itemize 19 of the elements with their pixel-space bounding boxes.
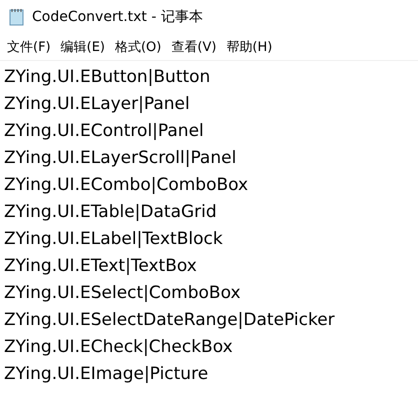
text-line: ZYing.UI.ELabel|TextBlock (4, 228, 224, 251)
window-title: CodeConvert.txt - 记事本 (32, 8, 203, 26)
text-line: ZYing.UI.ELayerScroll|Panel (4, 147, 238, 170)
text-line: ZYing.UI.EImage|Picture (4, 363, 210, 386)
text-line: ZYing.UI.ECombo|ComboBox (4, 174, 250, 197)
menu-item[interactable]: 帮助(H) (225, 38, 278, 56)
menu-item[interactable]: 格式(O) (114, 38, 168, 56)
text-line: ZYing.UI.EText|TextBox (4, 255, 198, 278)
text-line: ZYing.UI.ESelect|ComboBox (4, 282, 242, 305)
menu-item[interactable]: 查看(V) (170, 38, 222, 56)
text-line: ZYing.UI.ELayer|Panel (4, 93, 191, 116)
text-line: ZYing.UI.ECheck|CheckBox (4, 336, 234, 359)
text-line: ZYing.UI.ESelectDateRange|DatePicker (4, 309, 336, 332)
text-line: ZYing.UI.ETable|DataGrid (4, 201, 218, 224)
menu-item[interactable]: 编辑(E) (60, 38, 111, 56)
text-line: ZYing.UI.EButton|Button (4, 66, 212, 89)
text-line: ZYing.UI.EControl|Panel (4, 120, 205, 143)
notepad-icon (9, 8, 25, 26)
menu-item[interactable]: 文件(F) (6, 38, 57, 56)
